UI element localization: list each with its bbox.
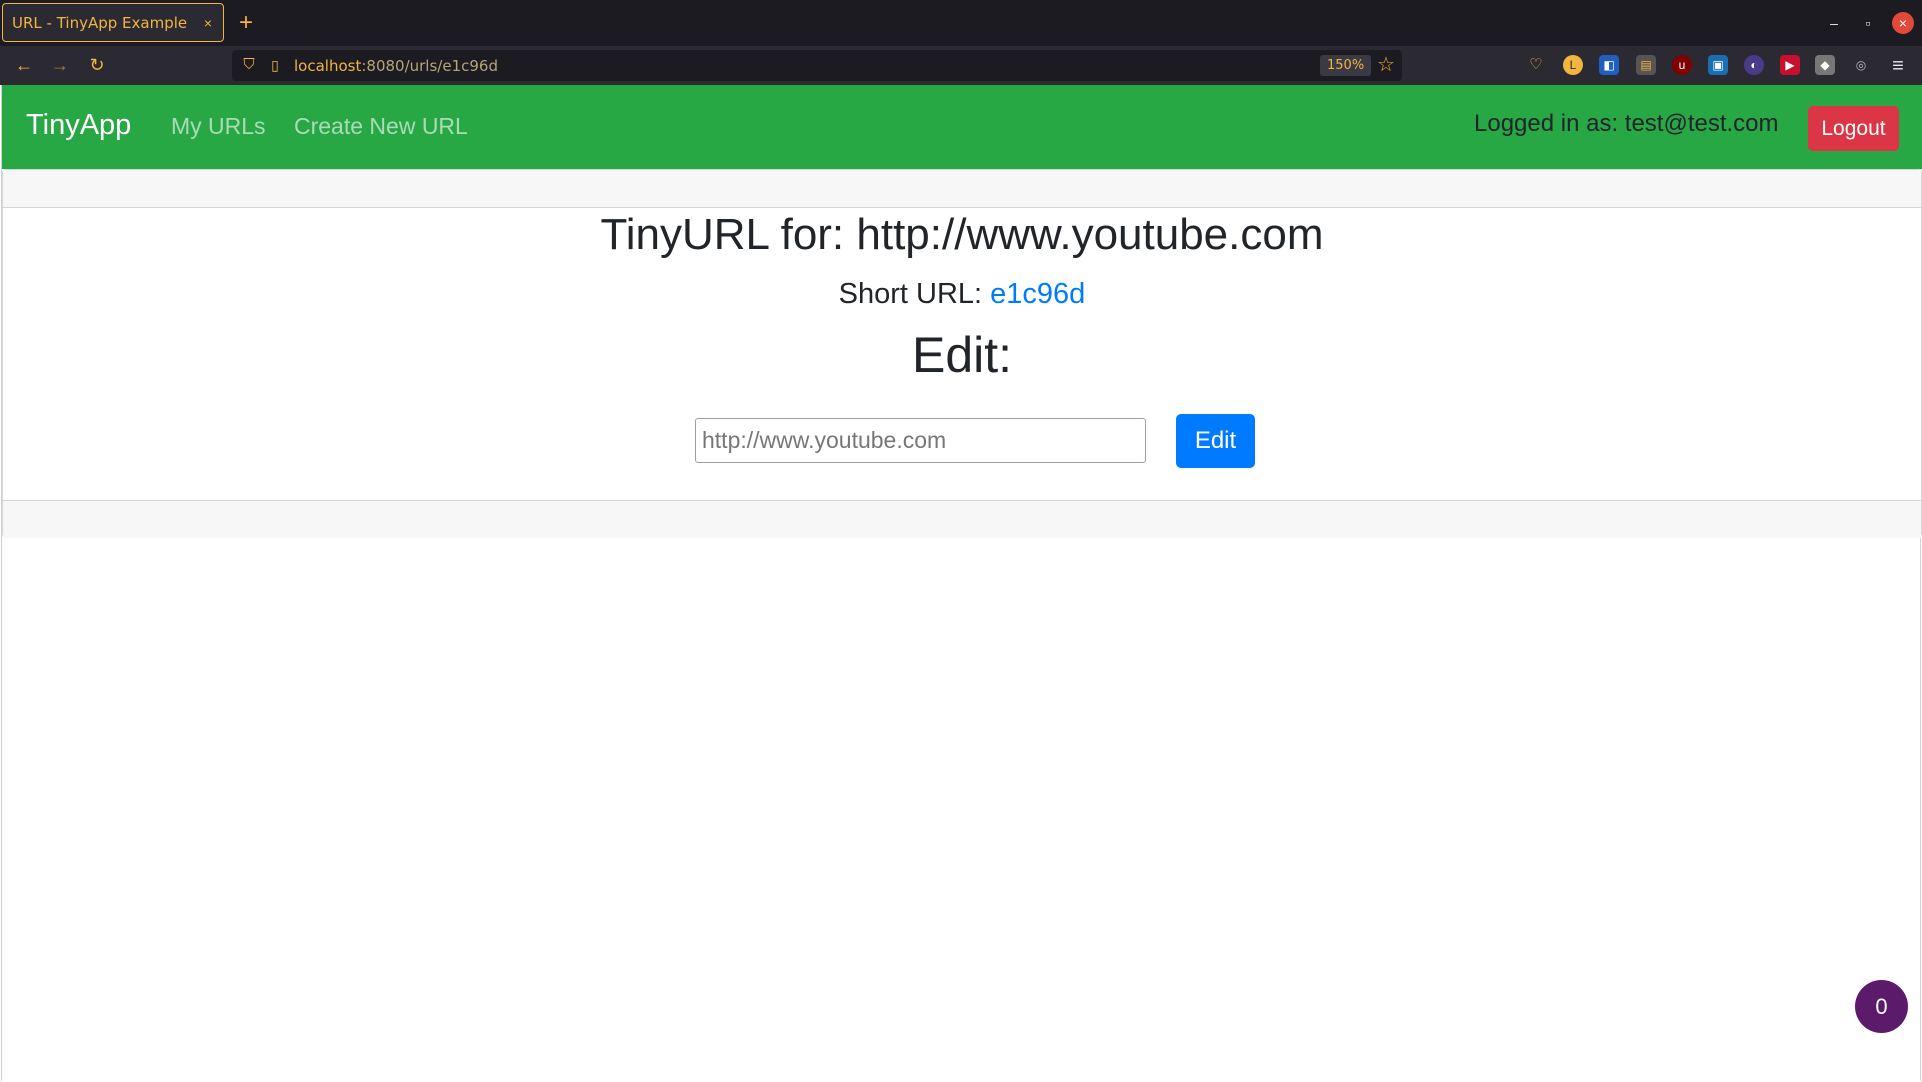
extension-bitwarden-icon[interactable]: ◧ [1599, 55, 1619, 75]
short-url-link[interactable]: e1c96d [990, 278, 1085, 310]
extension-dark-icon[interactable]: ◐ [1744, 55, 1764, 75]
tab-close-icon[interactable]: × [197, 15, 219, 31]
reload-icon[interactable]: ↻ [83, 51, 111, 79]
browser-toolbar: ← → ↻ ⛉ ▯ localhost:8080/urls/e1c96d 150… [0, 46, 1922, 85]
short-url-label: Short URL: [838, 278, 983, 310]
new-tab-button[interactable]: + [233, 8, 259, 38]
zoom-indicator[interactable]: 150% [1320, 55, 1372, 76]
address-bar[interactable]: ⛉ ▯ localhost:8080/urls/e1c96d 150% ☆ [232, 50, 1402, 81]
bookmark-star-icon[interactable]: ☆ [1374, 53, 1398, 77]
edit-button[interactable]: Edit [1176, 414, 1255, 468]
page-title: TinyURL for: http://www.youtube.com [600, 210, 1324, 259]
extension-wallet-icon[interactable]: ▤ [1636, 55, 1656, 75]
menu-icon[interactable]: ≡ [1886, 54, 1910, 78]
brand-link[interactable]: TinyApp [26, 109, 131, 142]
pocket-icon[interactable]: ♡ [1526, 55, 1546, 75]
window-close-icon[interactable]: × [1892, 12, 1914, 34]
url-path: :8080/urls/e1c96d [361, 57, 498, 75]
extension-puzzle-icon[interactable]: ◆ [1815, 55, 1835, 75]
browser-tab[interactable]: URL - TinyApp Example × [2, 3, 224, 42]
extension-glasses-icon[interactable]: ◎ [1851, 55, 1871, 75]
shield-icon[interactable]: ⛉ [240, 56, 258, 74]
extension-youtube-icon[interactable]: ▶ [1780, 55, 1800, 75]
restore-icon[interactable]: ▫ [1858, 13, 1878, 33]
logout-button[interactable]: Logout [1808, 106, 1899, 151]
web-page: TinyApp My URLs Create New URL Logged in… [1, 85, 1922, 1081]
extension-l-icon[interactable]: L [1563, 55, 1583, 75]
forward-icon[interactable]: → [46, 51, 74, 79]
edit-heading: Edit: [911, 327, 1013, 383]
short-url-line: Short URL: e1c96d [3, 278, 1921, 311]
card-header [3, 170, 1921, 208]
url-card: TinyURL for: http://www.youtube.com Shor… [2, 169, 1922, 538]
tab-title: URL - TinyApp Example [12, 13, 188, 32]
page-icon[interactable]: ▯ [268, 56, 282, 74]
browser-tabstrip: URL - TinyApp Example × + – ▫ × [0, 0, 1922, 46]
nav-link-create-new-url[interactable]: Create New URL [294, 113, 468, 140]
back-icon[interactable]: ← [10, 51, 38, 79]
extension-counter-icon[interactable]: ▣ [1708, 55, 1728, 75]
floating-count-badge[interactable]: 0 [1855, 980, 1908, 1033]
logged-in-text: Logged in as: test@test.com [1474, 110, 1779, 137]
long-url-input[interactable] [695, 418, 1146, 463]
extension-ublock-icon[interactable]: u [1672, 55, 1692, 75]
url-host: localhost [294, 57, 362, 75]
card-body: TinyURL for: http://www.youtube.com Shor… [3, 208, 1921, 500]
url-text[interactable]: localhost:8080/urls/e1c96d [294, 57, 498, 75]
minimize-icon[interactable]: – [1824, 13, 1844, 33]
nav-link-my-urls[interactable]: My URLs [171, 113, 266, 140]
site-navbar: TinyApp My URLs Create New URL Logged in… [2, 85, 1922, 169]
card-footer [3, 500, 1921, 538]
